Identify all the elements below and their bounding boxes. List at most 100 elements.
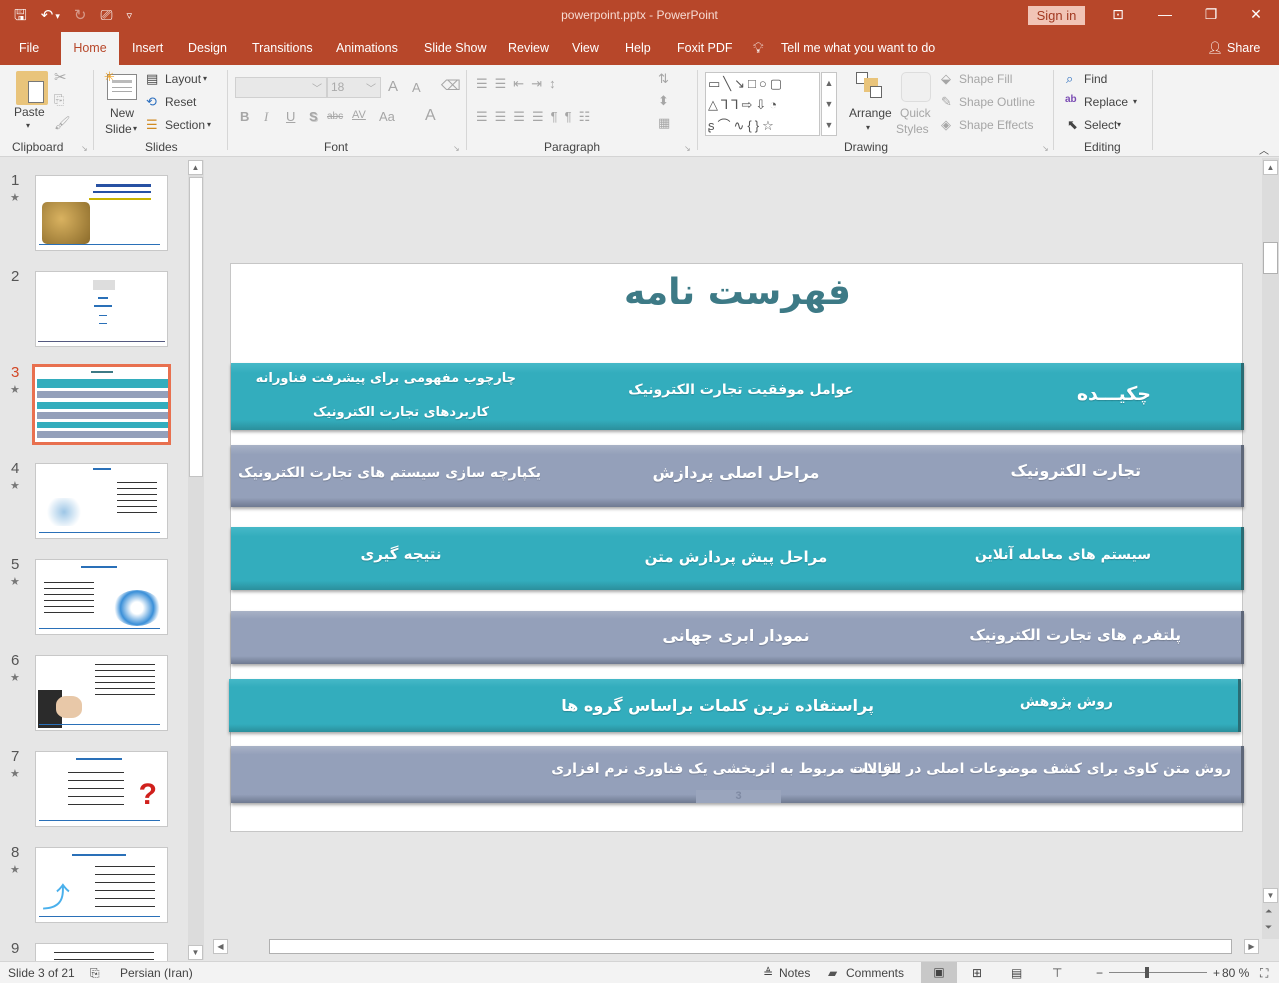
slide-title[interactable]: فهرست نامه bbox=[231, 272, 1244, 313]
toc-item[interactable]: پلتفرم های تجارت الکترونیک bbox=[969, 626, 1181, 644]
section-dropdown-icon[interactable]: ▾ bbox=[207, 120, 211, 129]
toc-item[interactable]: چارچوب مفهومی برای پیشرفت فناورانه bbox=[256, 371, 516, 386]
strikethrough-button[interactable]: abc bbox=[327, 111, 343, 122]
replace-icon[interactable]: ab bbox=[1065, 94, 1077, 105]
sign-in-button[interactable]: Sign in bbox=[1028, 6, 1085, 25]
canvas-vertical-scrollbar[interactable]: ▲ ▼ ⏶ ⏷ bbox=[1262, 158, 1279, 939]
close-button[interactable]: ✕ bbox=[1246, 6, 1266, 23]
normal-view-button[interactable]: ▣ bbox=[921, 962, 957, 983]
scroll-thumb[interactable] bbox=[1263, 242, 1278, 274]
reset-button[interactable]: Reset bbox=[165, 95, 196, 109]
tell-me-search[interactable]: Tell me what you want to do bbox=[781, 32, 935, 65]
quick-styles-button[interactable]: Quick bbox=[900, 106, 931, 120]
shape-effects-icon[interactable]: ◈ bbox=[941, 117, 951, 133]
toc-item[interactable]: مراحل اصلی پردازش bbox=[626, 463, 846, 482]
slide-thumbnail-3[interactable] bbox=[32, 364, 171, 445]
toc-row[interactable]: روش پژوهش پراستفاده ترین کلمات براساس گر… bbox=[229, 679, 1241, 732]
canvas-horizontal-scrollbar[interactable]: ◀ ▶ bbox=[211, 938, 1261, 955]
thumbnail-scrollbar[interactable]: ▲ ▼ bbox=[188, 160, 204, 960]
collapse-ribbon-icon[interactable]: ︿ bbox=[1259, 142, 1269, 157]
tab-file[interactable]: File bbox=[19, 32, 39, 65]
font-color-button[interactable]: A bbox=[425, 107, 436, 125]
tab-animations[interactable]: Animations bbox=[336, 32, 398, 65]
slide-thumbnail-2[interactable] bbox=[35, 271, 168, 347]
bold-button[interactable]: B bbox=[240, 109, 249, 124]
slide-counter[interactable]: Slide 3 of 21 bbox=[8, 966, 75, 980]
shape-fill-button[interactable]: Shape Fill bbox=[959, 72, 1012, 86]
arrange-icon[interactable] bbox=[856, 72, 886, 102]
align-text-icon[interactable]: ⬍ bbox=[658, 93, 669, 109]
clear-formatting-icon[interactable]: ⌫ bbox=[441, 77, 461, 94]
select-icon[interactable]: ⬉ bbox=[1067, 117, 1078, 133]
notes-button[interactable]: Notes bbox=[779, 966, 810, 980]
toc-row[interactable]: تجارت الکترونیک مراحل اصلی پردازش یکپارچ… bbox=[231, 445, 1244, 507]
toc-item[interactable]: چکیـــده bbox=[1077, 383, 1151, 405]
cut-icon[interactable]: ✂ bbox=[54, 68, 67, 86]
scroll-thumb[interactable] bbox=[189, 177, 203, 477]
minimize-button[interactable]: — bbox=[1155, 6, 1175, 22]
smartart-icon[interactable]: ▦ bbox=[658, 115, 670, 131]
zoom-slider[interactable] bbox=[1109, 967, 1207, 978]
slide-sorter-button[interactable]: ⊞ bbox=[972, 966, 982, 980]
tab-help[interactable]: Help bbox=[625, 32, 651, 65]
toc-item[interactable]: روش متن کاوی برای کشف موضوعات اصلی در مق… bbox=[853, 761, 1231, 777]
notes-icon[interactable]: ≜ bbox=[763, 966, 773, 980]
paragraph-align-icons[interactable]: ☰☰☰☰¶¶☷ bbox=[476, 109, 597, 125]
scroll-left-button[interactable]: ◀ bbox=[213, 939, 228, 954]
copy-icon[interactable]: ⎘ bbox=[54, 92, 64, 108]
toc-item[interactable]: نمودار ابری جهانی bbox=[626, 626, 846, 645]
layout-dropdown-icon[interactable]: ▾ bbox=[203, 74, 207, 83]
reset-icon[interactable]: ⟲ bbox=[146, 94, 157, 110]
format-painter-icon[interactable]: 🖌︎ bbox=[54, 115, 71, 131]
paragraph-list-icons[interactable]: ☰☰⇤⇥↕ bbox=[476, 76, 563, 92]
scroll-right-button[interactable]: ▶ bbox=[1244, 939, 1259, 954]
scroll-thumb[interactable] bbox=[269, 939, 1232, 954]
shapes-gallery[interactable]: ▭╲↘□○▢ △⅂⅂⇨⇩◔ ʂ⌒∿{}☆ bbox=[705, 72, 820, 136]
quick-styles-button-line2[interactable]: Styles bbox=[896, 122, 929, 136]
ribbon-display-options-icon[interactable]: ⊡ bbox=[1108, 6, 1128, 23]
zoom-in-button[interactable]: + bbox=[1213, 966, 1220, 980]
toc-item[interactable]: سیستم های معامله آنلاین bbox=[975, 547, 1151, 563]
share-button[interactable]: Share bbox=[1227, 32, 1260, 65]
paste-icon[interactable] bbox=[16, 71, 48, 105]
zoom-slider-knob[interactable] bbox=[1145, 967, 1150, 978]
layout-icon[interactable]: ▤ bbox=[146, 71, 158, 87]
slide-thumbnail-1[interactable] bbox=[35, 175, 168, 251]
section-icon[interactable]: ☰ bbox=[146, 117, 158, 133]
new-slide-button[interactable]: New bbox=[110, 106, 134, 120]
restore-button[interactable]: ❐ bbox=[1201, 6, 1221, 23]
arrange-button[interactable]: Arrange bbox=[849, 106, 892, 120]
scroll-up-button[interactable]: ▲ bbox=[188, 160, 203, 175]
toc-item[interactable]: مراحل پیش پردازش متن bbox=[626, 548, 846, 566]
tab-view[interactable]: View bbox=[572, 32, 599, 65]
italic-button[interactable]: I bbox=[264, 109, 268, 125]
select-button[interactable]: Select bbox=[1084, 118, 1117, 132]
toc-item[interactable]: یکپارچه سازی سیستم های تجارت الکترونیک bbox=[238, 465, 541, 481]
toc-item[interactable]: الزامات مربوط به اثربخشی یک فناوری نرم ا… bbox=[551, 761, 901, 777]
spell-check-icon[interactable]: ⎘ bbox=[90, 966, 100, 981]
section-button[interactable]: Section bbox=[165, 118, 205, 132]
font-size-input[interactable]: 18 ﹀ bbox=[327, 77, 381, 98]
toc-row[interactable]: چکیـــده عوامل موفقیت تجارت الکترونیک چا… bbox=[231, 363, 1244, 430]
replace-button[interactable]: Replace bbox=[1084, 95, 1128, 109]
shrink-font-button[interactable]: A bbox=[412, 80, 421, 95]
replace-dropdown-icon[interactable]: ▾ bbox=[1133, 97, 1137, 106]
font-name-input[interactable]: ﹀ bbox=[235, 77, 327, 98]
font-launcher-icon[interactable]: ↘ bbox=[453, 144, 460, 153]
paragraph-launcher-icon[interactable]: ↘ bbox=[684, 144, 691, 153]
shapes-gallery-scroll[interactable]: ▲ ▼ ▼ bbox=[821, 72, 837, 136]
toc-item[interactable]: نتیجه گیری bbox=[331, 545, 471, 563]
toc-row[interactable]: سیستم های معامله آنلاین مراحل پیش پردازش… bbox=[231, 527, 1244, 590]
slide-thumbnail-8[interactable]: ⤴ bbox=[35, 847, 168, 923]
shape-fill-icon[interactable]: ⬙ bbox=[941, 71, 951, 87]
toc-item[interactable]: روش پژوهش bbox=[1020, 694, 1113, 710]
paste-dropdown-icon[interactable]: ▾ bbox=[26, 121, 30, 130]
text-direction-icon[interactable]: ⇅ bbox=[658, 71, 669, 87]
shape-outline-icon[interactable]: ✎ bbox=[941, 94, 952, 110]
share-icon[interactable]: 👤︎ bbox=[1207, 32, 1223, 65]
find-icon[interactable]: ⌕ bbox=[1066, 71, 1073, 87]
slide-thumbnail-5[interactable] bbox=[35, 559, 168, 635]
new-slide-dropdown-icon[interactable]: ▾ bbox=[133, 124, 137, 133]
fit-slide-button[interactable]: ⛶ bbox=[1260, 966, 1268, 981]
toc-row[interactable]: روش متن کاوی برای کشف موضوعات اصلی در مق… bbox=[231, 746, 1244, 803]
